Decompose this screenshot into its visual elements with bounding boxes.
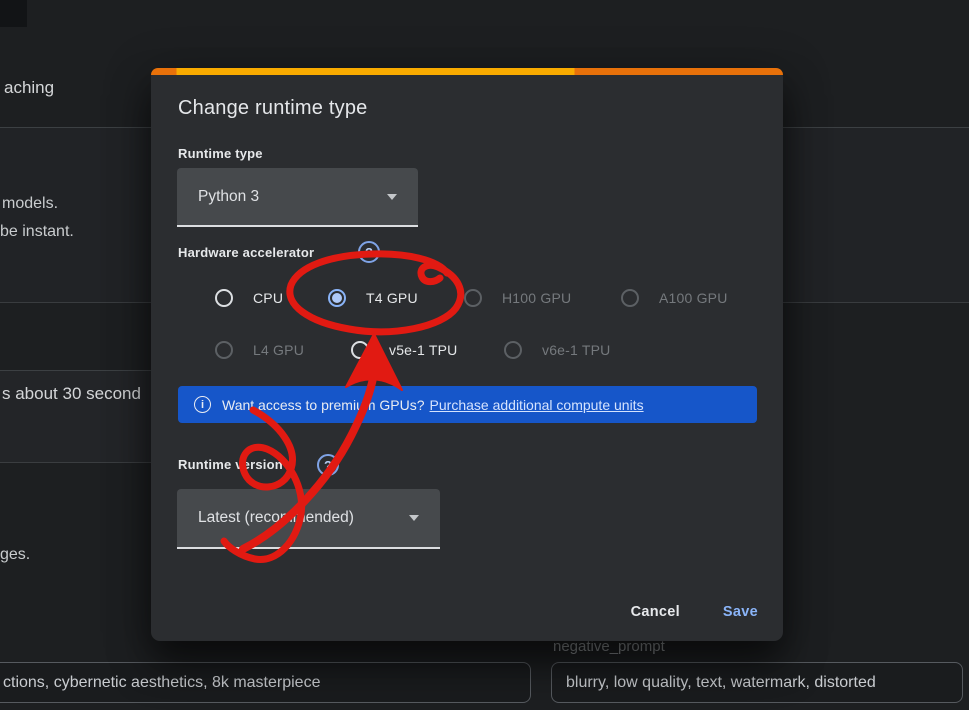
radio-option-h100-gpu[interactable]: H100 GPU (464, 288, 571, 308)
background-text-fragment: models. (2, 195, 58, 213)
change-runtime-type-dialog: Change runtime type Runtime type Python … (151, 68, 783, 641)
corner-artifact (0, 0, 27, 27)
radio-icon (215, 341, 233, 359)
hardware-accelerator-label: Hardware accelerator (178, 245, 314, 260)
radio-option-t4-gpu[interactable]: T4 GPU (328, 288, 418, 308)
radio-label: CPU (253, 290, 283, 306)
purchase-compute-units-link[interactable]: Purchase additional compute units (430, 397, 644, 413)
banner-text: Want access to premium GPUs? (222, 397, 425, 413)
runtime-version-select[interactable]: Latest (recommended) (177, 489, 440, 549)
radio-icon (464, 289, 482, 307)
radio-label: v5e-1 TPU (389, 342, 457, 358)
radio-option-a100-gpu[interactable]: A100 GPU (621, 288, 728, 308)
help-icon[interactable]: ? (317, 454, 339, 476)
radio-icon (351, 341, 369, 359)
radio-option-cpu[interactable]: CPU (215, 288, 283, 308)
help-icon[interactable]: ? (358, 241, 380, 263)
radio-option-v5e-1-tpu[interactable]: v5e-1 TPU (351, 340, 457, 360)
radio-option-l4-gpu[interactable]: L4 GPU (215, 340, 304, 360)
radio-icon (215, 289, 233, 307)
radio-label: T4 GPU (366, 290, 418, 306)
chevron-down-icon (409, 515, 419, 521)
radio-label: H100 GPU (502, 290, 571, 306)
chevron-down-icon (387, 194, 397, 200)
negative-prompt-input[interactable] (551, 662, 963, 703)
runtime-type-select[interactable]: Python 3 (177, 168, 418, 227)
background-text-fragment: ges. (0, 546, 30, 564)
radio-option-v6e-1-tpu[interactable]: v6e-1 TPU (504, 340, 610, 360)
background-text-fragment: be instant. (0, 223, 74, 241)
dialog-title: Change runtime type (178, 97, 367, 120)
premium-gpu-banner: i Want access to premium GPUs? Purchase … (178, 386, 757, 423)
dialog-accent-bar (151, 68, 783, 75)
runtime-type-label: Runtime type (178, 146, 263, 161)
radio-selected-icon (328, 289, 346, 307)
radio-label: L4 GPU (253, 342, 304, 358)
radio-icon (504, 341, 522, 359)
cancel-button[interactable]: Cancel (625, 596, 686, 628)
runtime-version-label: Runtime version (178, 457, 283, 472)
radio-label: A100 GPU (659, 290, 728, 306)
runtime-version-value: Latest (recommended) (198, 509, 354, 527)
info-icon: i (194, 396, 211, 413)
background-text-fragment: s about 30 second (2, 384, 141, 404)
background-text-fragment: aching (4, 78, 54, 98)
screen: aching models. be instant. s about 30 se… (0, 0, 969, 710)
radio-icon (621, 289, 639, 307)
runtime-type-value: Python 3 (198, 188, 259, 206)
save-button[interactable]: Save (717, 596, 764, 628)
prompt-input[interactable] (0, 662, 531, 703)
radio-label: v6e-1 TPU (542, 342, 610, 358)
